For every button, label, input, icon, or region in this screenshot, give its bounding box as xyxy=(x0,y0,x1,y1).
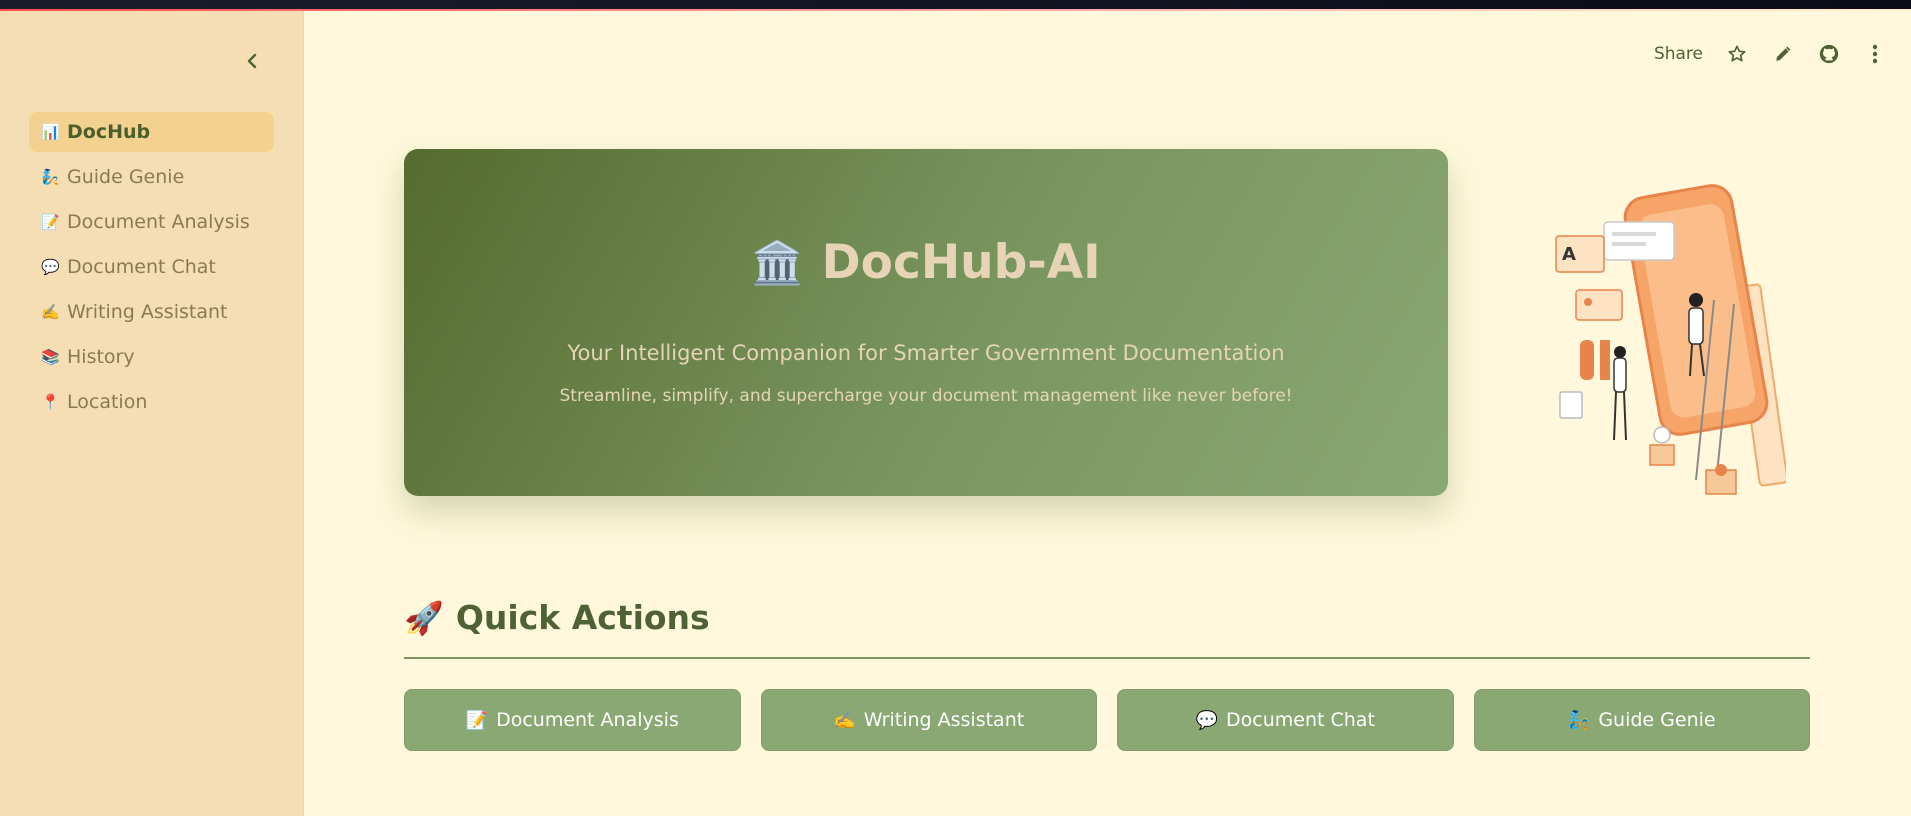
sidebar-item-label: DocHub xyxy=(67,121,151,143)
phone-illustration-image: A xyxy=(1555,184,1789,495)
button-label: Document Analysis xyxy=(496,709,679,731)
sidebar-item-label: Document Chat xyxy=(67,256,216,278)
writing-hand-icon: ✍️ xyxy=(41,303,60,321)
edit-button[interactable] xyxy=(1771,42,1795,66)
hero-subtitle: Your Intelligent Companion for Smarter G… xyxy=(567,341,1285,365)
hero-illustration: A xyxy=(1546,180,1789,510)
header-toolbar: Share xyxy=(1654,40,1887,68)
sidebar: 📊 DocHub 🧞 Guide Genie 📝 Document Analys… xyxy=(0,11,304,816)
sidebar-item-label: History xyxy=(67,346,135,368)
star-button[interactable] xyxy=(1725,42,1749,66)
chevron-left-icon xyxy=(247,53,257,69)
pin-icon: 📍 xyxy=(41,393,60,411)
document-analysis-button[interactable]: 📝 Document Analysis xyxy=(404,689,741,751)
sidebar-item-label: Document Analysis xyxy=(67,211,250,233)
button-label: Writing Assistant xyxy=(863,709,1025,731)
hero-title: DocHub-AI xyxy=(821,235,1101,290)
sidebar-item-writing-assistant[interactable]: ✍️ Writing Assistant xyxy=(29,292,274,332)
more-menu-button[interactable] xyxy=(1863,42,1887,66)
speech-bubble-icon: 💬 xyxy=(1195,709,1219,731)
genie-icon: 🧞 xyxy=(41,168,60,186)
github-button[interactable] xyxy=(1817,42,1841,66)
document-chat-button[interactable]: 💬 Document Chat xyxy=(1117,689,1454,751)
top-decoration-bar xyxy=(0,0,1911,11)
share-button[interactable]: Share xyxy=(1654,44,1703,64)
memo-icon: 📝 xyxy=(41,213,60,231)
sidebar-item-dochub[interactable]: 📊 DocHub xyxy=(29,112,274,152)
svg-text:A: A xyxy=(1562,244,1576,265)
button-label: Guide Genie xyxy=(1598,709,1716,731)
memo-icon: 📝 xyxy=(465,709,489,731)
sidebar-item-guide-genie[interactable]: 🧞 Guide Genie xyxy=(29,157,274,197)
sidebar-item-document-chat[interactable]: 💬 Document Chat xyxy=(29,247,274,287)
speech-bubble-icon: 💬 xyxy=(41,258,60,276)
hero-tagline: Streamline, simplify, and supercharge yo… xyxy=(559,386,1293,406)
sidebar-item-document-analysis[interactable]: 📝 Document Analysis xyxy=(29,202,274,242)
guide-genie-button[interactable]: 🧞 Guide Genie xyxy=(1473,689,1810,751)
quick-actions-title: Quick Actions xyxy=(455,598,710,637)
sidebar-nav: 📊 DocHub 🧞 Guide Genie 📝 Document Analys… xyxy=(29,112,274,427)
more-menu-icon xyxy=(1872,44,1878,64)
quick-actions-buttons: 📝 Document Analysis ✍️ Writing Assistant… xyxy=(404,689,1810,751)
writing-hand-icon: ✍️ xyxy=(833,709,856,731)
quick-actions-heading: 🚀 Quick Actions xyxy=(404,598,1810,637)
classical-building-icon: 🏛️ xyxy=(751,237,804,287)
sidebar-item-location[interactable]: 📍 Location xyxy=(29,382,274,422)
collapse-sidebar-button[interactable] xyxy=(240,49,264,73)
github-icon xyxy=(1819,44,1839,64)
button-label: Document Chat xyxy=(1226,709,1375,731)
sidebar-item-history[interactable]: 📚 History xyxy=(29,337,274,377)
hero-title-row: 🏛️ DocHub-AI xyxy=(404,235,1448,290)
section-divider xyxy=(404,657,1810,659)
genie-icon: 🧞 xyxy=(1567,709,1591,731)
sidebar-item-label: Location xyxy=(67,391,148,413)
rocket-icon: 🚀 xyxy=(404,598,444,637)
hero-banner: 🏛️ DocHub-AI Your Intelligent Companion … xyxy=(404,149,1448,496)
writing-assistant-button[interactable]: ✍️ Writing Assistant xyxy=(760,689,1097,751)
edit-icon xyxy=(1776,46,1791,61)
sidebar-item-label: Guide Genie xyxy=(67,166,185,188)
star-icon xyxy=(1728,45,1746,62)
bar-chart-icon: 📊 xyxy=(41,123,60,141)
books-icon: 📚 xyxy=(41,348,60,366)
sidebar-item-label: Writing Assistant xyxy=(67,301,228,323)
